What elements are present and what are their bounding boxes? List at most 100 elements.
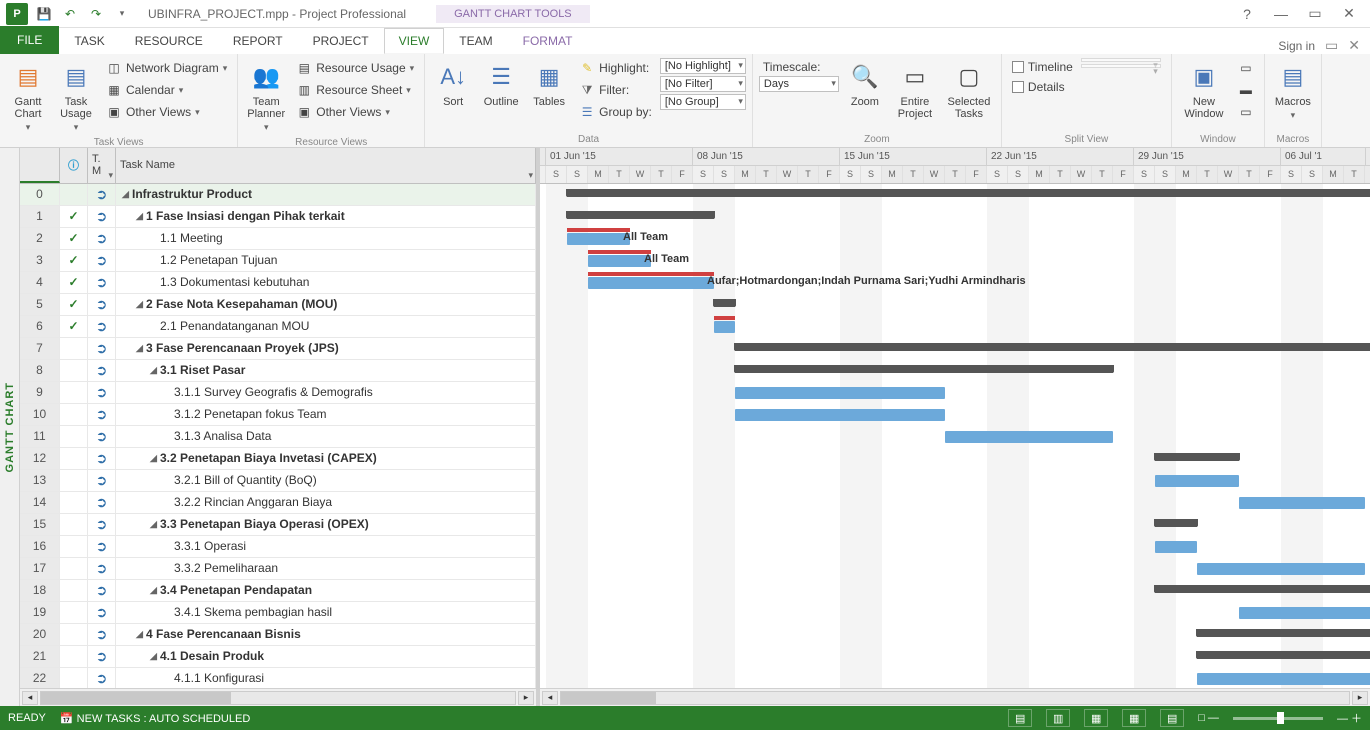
task-row[interactable]: 12➲◢ 3.2 Penetapan Biaya Invetasi (CAPEX… <box>20 448 536 470</box>
arrange-button[interactable]: ▬ <box>1234 80 1258 100</box>
row-id[interactable]: 16 <box>20 536 60 557</box>
row-id[interactable]: 5 <box>20 294 60 315</box>
task-row[interactable]: 0➲◢ Infrastruktur Product <box>20 184 536 206</box>
row-name[interactable]: 3.4.1 Skema pembagian hasil <box>116 602 536 623</box>
minimize-icon[interactable]: — <box>1268 4 1294 24</box>
row-name[interactable]: ◢ Infrastruktur Product <box>116 184 536 205</box>
redo-icon[interactable]: ↷ <box>86 4 106 24</box>
gantt-summary-bar[interactable] <box>567 189 1370 197</box>
row-id[interactable]: 4 <box>20 272 60 293</box>
gantt-bar[interactable] <box>714 321 735 333</box>
gantt-summary-bar[interactable] <box>1155 585 1370 593</box>
row-mode[interactable]: ➲ <box>88 316 116 337</box>
resource-sheet-button[interactable]: ▥Resource Sheet ▾ <box>292 80 418 100</box>
hide-button[interactable]: ▭ <box>1234 102 1258 122</box>
row-mode[interactable]: ➲ <box>88 514 116 535</box>
row-id[interactable]: 1 <box>20 206 60 227</box>
scroll-right-icon[interactable]: ▸ <box>1352 691 1368 705</box>
row-name[interactable]: ◢ 3.2 Penetapan Biaya Invetasi (CAPEX) <box>116 448 536 469</box>
sign-in-link[interactable]: Sign in <box>1278 39 1315 53</box>
row-mode[interactable]: ➲ <box>88 250 116 271</box>
row-id[interactable]: 18 <box>20 580 60 601</box>
row-mode[interactable]: ➲ <box>88 338 116 359</box>
details-combo[interactable] <box>1081 64 1161 68</box>
other-views-button[interactable]: ▣Other Views ▾ <box>102 102 231 122</box>
view-gantt-icon[interactable]: ▤ <box>1008 709 1032 727</box>
highlight-combo[interactable]: [No Highlight] <box>660 58 746 74</box>
row-id[interactable]: 11 <box>20 426 60 447</box>
gantt-bar[interactable] <box>588 255 651 267</box>
row-name[interactable]: 3.1.3 Analisa Data <box>116 426 536 447</box>
row-id[interactable]: 7 <box>20 338 60 359</box>
entire-project-button[interactable]: ▭Entire Project <box>891 58 939 122</box>
task-row[interactable]: 21➲◢ 4.1 Desain Produk <box>20 646 536 668</box>
row-name[interactable]: ◢ 3.3 Penetapan Biaya Operasi (OPEX) <box>116 514 536 535</box>
tab-resource[interactable]: RESOURCE <box>120 28 218 54</box>
row-name[interactable]: 1.3 Dokumentasi kebutuhan <box>116 272 536 293</box>
doc-close-icon[interactable]: ✕ <box>1348 37 1360 54</box>
row-id[interactable]: 6 <box>20 316 60 337</box>
view-calendar-icon[interactable]: ▦ <box>1122 709 1146 727</box>
row-id[interactable]: 10 <box>20 404 60 425</box>
group-combo[interactable]: [No Group] <box>660 94 746 110</box>
help-icon[interactable]: ? <box>1234 4 1260 24</box>
qat-dropdown-icon[interactable]: ▾ <box>112 4 132 24</box>
task-row[interactable]: 10➲ 3.1.2 Penetapan fokus Team <box>20 404 536 426</box>
scroll-right-icon[interactable]: ▸ <box>518 691 534 705</box>
gantt-bar[interactable] <box>1197 563 1365 575</box>
outline-button[interactable]: ☰Outline <box>479 58 523 110</box>
row-mode[interactable]: ➲ <box>88 536 116 557</box>
row-mode[interactable]: ➲ <box>88 602 116 623</box>
row-mode[interactable]: ➲ <box>88 404 116 425</box>
resource-other-button[interactable]: ▣Other Views ▾ <box>292 102 418 122</box>
gantt-summary-bar[interactable] <box>714 299 735 307</box>
row-mode[interactable]: ➲ <box>88 426 116 447</box>
view-bar[interactable]: GANTT CHART <box>0 148 20 706</box>
save-icon[interactable]: 💾 <box>34 4 54 24</box>
row-mode[interactable]: ➲ <box>88 470 116 491</box>
col-indicators[interactable]: ⓘ <box>60 148 88 183</box>
col-task-mode[interactable]: T. M▾ <box>88 148 116 183</box>
gantt-bar[interactable] <box>1155 541 1197 553</box>
row-mode[interactable]: ➲ <box>88 668 116 688</box>
row-id[interactable]: 13 <box>20 470 60 491</box>
zoom-slider[interactable] <box>1233 717 1323 720</box>
zoom-in-icon[interactable]: — ＋ <box>1337 710 1362 726</box>
row-id[interactable]: 20 <box>20 624 60 645</box>
gantt-summary-bar[interactable] <box>567 211 714 219</box>
task-hscroll[interactable]: ◂ ▸ <box>20 688 536 706</box>
row-name[interactable]: ◢ 2 Fase Nota Kesepahaman (MOU) <box>116 294 536 315</box>
gantt-body[interactable]: All TeamAll TeamAufar;Hotmardongan;Indah… <box>540 184 1370 688</box>
row-id[interactable]: 8 <box>20 360 60 381</box>
gantt-summary-bar[interactable] <box>1155 453 1239 461</box>
row-id[interactable]: 12 <box>20 448 60 469</box>
task-row[interactable]: 17➲ 3.3.2 Pemeliharaan <box>20 558 536 580</box>
row-id[interactable]: 17 <box>20 558 60 579</box>
task-row[interactable]: 6✓➲ 2.1 Penandatanganan MOU <box>20 316 536 338</box>
details-check[interactable]: Details <box>1008 78 1077 96</box>
tab-view[interactable]: VIEW <box>384 28 445 54</box>
row-mode[interactable]: ➲ <box>88 360 116 381</box>
col-task-name[interactable]: Task Name▾ <box>116 148 536 183</box>
task-row[interactable]: 8➲◢ 3.1 Riset Pasar <box>20 360 536 382</box>
ribbon-collapse-icon[interactable]: ▭ <box>1325 37 1338 54</box>
task-row[interactable]: 2✓➲ 1.1 Meeting <box>20 228 536 250</box>
tables-button[interactable]: ▦Tables <box>527 58 571 110</box>
maximize-icon[interactable]: ▭ <box>1302 4 1328 24</box>
row-mode[interactable]: ➲ <box>88 492 116 513</box>
row-mode[interactable]: ➲ <box>88 184 116 205</box>
gantt-hscroll[interactable]: ◂ ▸ <box>540 688 1370 706</box>
new-window-button[interactable]: ▣New Window <box>1178 58 1230 122</box>
task-row[interactable]: 1✓➲◢ 1 Fase Insiasi dengan Pihak terkait <box>20 206 536 228</box>
row-id[interactable]: 15 <box>20 514 60 535</box>
tab-format[interactable]: FORMAT <box>508 28 588 54</box>
gantt-bar[interactable] <box>1239 497 1365 509</box>
gantt-bar[interactable] <box>1239 607 1370 619</box>
close-icon[interactable]: ✕ <box>1336 4 1362 24</box>
tab-team[interactable]: TEAM <box>444 28 507 54</box>
row-id[interactable]: 21 <box>20 646 60 667</box>
row-name[interactable]: 4.1.1 Konfigurasi <box>116 668 536 688</box>
row-mode[interactable]: ➲ <box>88 228 116 249</box>
row-id[interactable]: 3 <box>20 250 60 271</box>
gantt-summary-bar[interactable] <box>735 365 1113 373</box>
